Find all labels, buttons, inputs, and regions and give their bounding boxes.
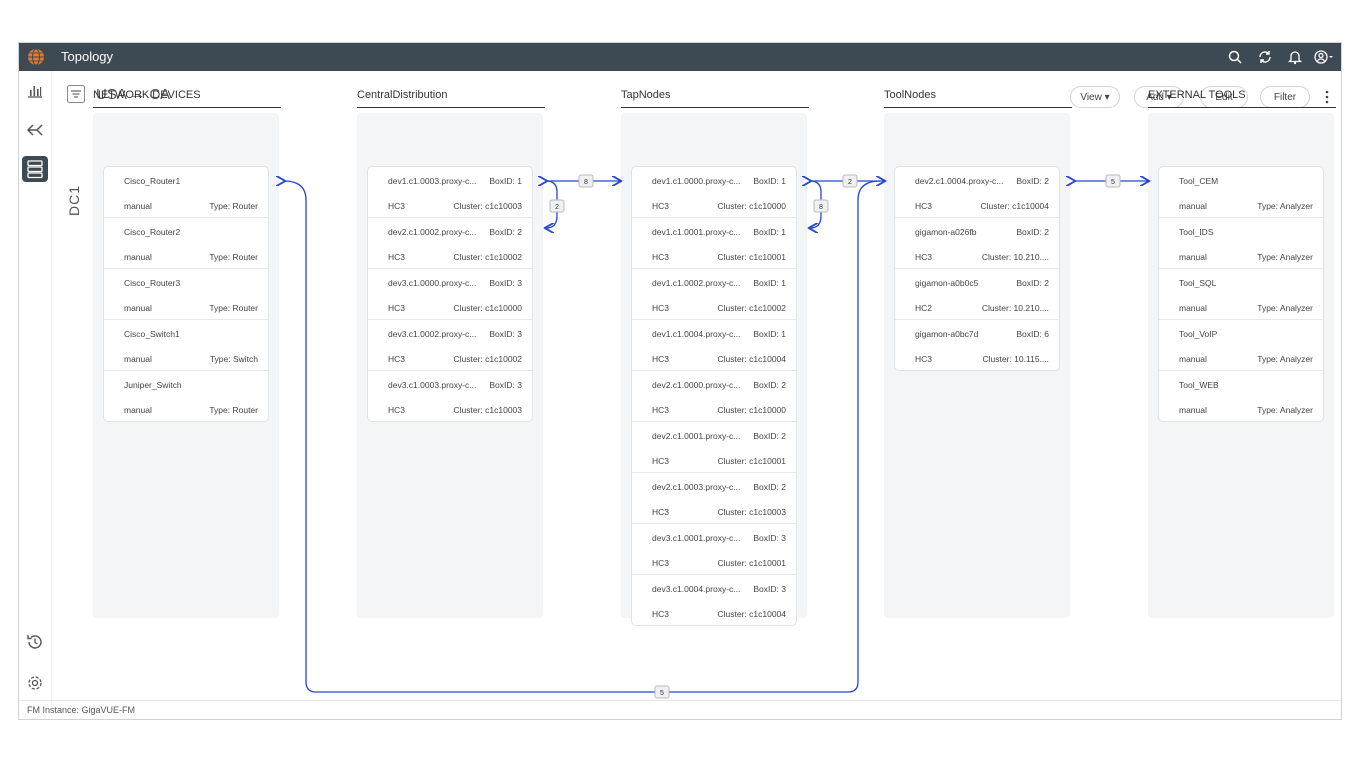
link-layer: 8 2 2 8 5 5 [0, 174, 1360, 699]
link-count-tool-ext: 5 [1111, 179, 1115, 186]
link-count-cd-self: 2 [555, 204, 559, 211]
link-count-net-tool: 5 [660, 690, 664, 697]
link-count-cd-tap: 8 [584, 179, 588, 186]
link-count-tap-tool: 2 [848, 179, 852, 186]
link-count-tap-self: 8 [819, 204, 823, 211]
link-net-tool [284, 181, 881, 693]
